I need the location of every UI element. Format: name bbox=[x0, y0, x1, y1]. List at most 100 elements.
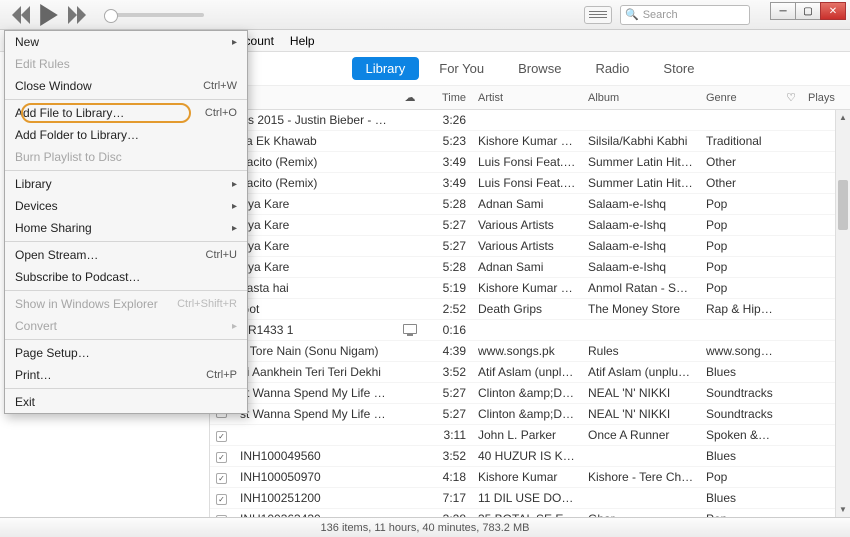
cell-genre: Rap & Hip… bbox=[700, 302, 780, 316]
menu-item-page-setup[interactable]: Page Setup… bbox=[5, 342, 247, 364]
menu-item-home-sharing[interactable]: Home Sharing bbox=[5, 217, 247, 239]
cell-album: NEAL 'N' NIKKI bbox=[582, 386, 700, 400]
table-row[interactable]: pacito (Remix)3:49Luis Fonsi Feat. Da…Su… bbox=[210, 152, 850, 173]
menu-item-add-folder-to-library[interactable]: Add Folder to Library… bbox=[5, 124, 247, 146]
cell-artist: Clinton &amp;Do… bbox=[472, 407, 582, 421]
table-row[interactable]: Got2:52Death GripsThe Money StoreRap & H… bbox=[210, 299, 850, 320]
cell-artist: Various Artists bbox=[472, 239, 582, 253]
maximize-button[interactable]: ▢ bbox=[795, 2, 821, 20]
table-row[interactable]: aasta hai5:19Kishore Kumar & L…Anmol Rat… bbox=[210, 278, 850, 299]
cell-time: 5:27 bbox=[424, 386, 472, 400]
row-checkbox[interactable]: ✓ bbox=[216, 431, 227, 442]
row-checkbox[interactable]: ✓ bbox=[216, 452, 227, 463]
scroll-down-arrow[interactable]: ▼ bbox=[836, 502, 850, 517]
menu-item-new[interactable]: New bbox=[5, 31, 247, 53]
cell-name: INH100049560 bbox=[234, 449, 396, 463]
next-button[interactable] bbox=[68, 6, 86, 24]
table-row[interactable]: ka Ek Khawab5:23Kishore Kumar & L…Silsil… bbox=[210, 131, 850, 152]
table-row[interactable]: ✓INH1000495603:5240 HUZUR IS KADARBlues bbox=[210, 446, 850, 467]
cell-artist: Atif Aslam (unplug… bbox=[472, 365, 582, 379]
column-artist[interactable]: Artist bbox=[472, 92, 582, 104]
cell-time: 3:49 bbox=[424, 155, 472, 169]
row-checkbox[interactable]: ✓ bbox=[216, 494, 227, 505]
cell-time: 5:27 bbox=[424, 239, 472, 253]
vertical-scrollbar[interactable]: ▲ ▼ bbox=[835, 110, 850, 517]
table-row[interactable]: PR1433 10:16 bbox=[210, 320, 850, 341]
cloud-column-icon[interactable]: ☁ bbox=[396, 91, 424, 104]
menu-item-burn-playlist-to-disc: Burn Playlist to Disc bbox=[5, 146, 247, 168]
cell-genre: Blues bbox=[700, 365, 780, 379]
table-row[interactable]: bi Aankhein Teri Teri Dekhi3:52Atif Asla… bbox=[210, 362, 850, 383]
row-checkbox[interactable]: ✓ bbox=[216, 473, 227, 484]
cell-album: Salaam-e-Ishq bbox=[582, 197, 700, 211]
cell-name: ka Ek Khawab bbox=[234, 134, 396, 148]
list-view-button[interactable] bbox=[584, 6, 612, 24]
menu-item-open-stream[interactable]: Open Stream…Ctrl+U bbox=[5, 244, 247, 266]
table-header: ☁ Time Artist Album Genre ♡ Plays bbox=[210, 86, 850, 110]
previous-button[interactable] bbox=[12, 6, 30, 24]
menu-item-print[interactable]: Print…Ctrl+P bbox=[5, 364, 247, 386]
menu-item-subscribe-to-podcast[interactable]: Subscribe to Podcast… bbox=[5, 266, 247, 288]
play-button[interactable] bbox=[38, 4, 60, 26]
cell-artist: Adnan Sami bbox=[472, 260, 582, 274]
cell-artist: 35 BOTAL SE EK BA… bbox=[472, 512, 582, 517]
column-genre[interactable]: Genre bbox=[700, 92, 780, 104]
cell-time: 5:27 bbox=[424, 407, 472, 421]
column-album[interactable]: Album bbox=[582, 92, 700, 104]
table-row[interactable]: ✓3:11John L. ParkerOnce A RunnerSpoken &… bbox=[210, 425, 850, 446]
table-row[interactable]: o Tore Nain (Sonu Nigam)4:39www.songs.pk… bbox=[210, 341, 850, 362]
cell-genre: Pop bbox=[700, 218, 780, 232]
cell-genre: Other bbox=[700, 155, 780, 169]
table-row[interactable]: Kya Kare5:28Adnan SamiSalaam-e-IshqPop bbox=[210, 257, 850, 278]
cell-genre: Other bbox=[700, 176, 780, 190]
table-row[interactable]: Kya Kare5:27Various ArtistsSalaam-e-Ishq… bbox=[210, 215, 850, 236]
cell-name: Kya Kare bbox=[234, 197, 396, 211]
cell-album: Salaam-e-Ishq bbox=[582, 260, 700, 274]
menu-help[interactable]: Help bbox=[282, 32, 323, 50]
menu-item-library[interactable]: Library bbox=[5, 173, 247, 195]
tab-radio[interactable]: Radio bbox=[581, 57, 643, 80]
column-heart-icon[interactable]: ♡ bbox=[780, 91, 802, 104]
cell-genre: Traditional bbox=[700, 134, 780, 148]
table-row[interactable]: st Wanna Spend My Life With…5:27Clinton … bbox=[210, 383, 850, 404]
cell-name: Kya Kare bbox=[234, 239, 396, 253]
row-checkbox[interactable]: ✓ bbox=[216, 515, 227, 517]
scroll-up-arrow[interactable]: ▲ bbox=[836, 110, 850, 125]
table-row[interactable]: ✓INH1000509704:18Kishore KumarKishore - … bbox=[210, 467, 850, 488]
table-row[interactable]: Kya Kare5:27Various ArtistsSalaam-e-Ishq… bbox=[210, 236, 850, 257]
tab-store[interactable]: Store bbox=[649, 57, 708, 80]
tab-library[interactable]: Library bbox=[352, 57, 420, 80]
table-row[interactable]: ✓INH1003634303:2835 BOTAL SE EK BA…GharP… bbox=[210, 509, 850, 517]
table-row[interactable]: ✓INH1002512007:1711 DIL USE DO JO J…Blue… bbox=[210, 488, 850, 509]
minimize-button[interactable]: ─ bbox=[770, 2, 796, 20]
cell-cloud bbox=[396, 323, 424, 337]
cell-artist: Various Artists bbox=[472, 218, 582, 232]
table-row[interactable]: st Wanna Spend My Life With…5:27Clinton … bbox=[210, 404, 850, 425]
cell-name: As 2015 - Justin Bieber - _Sor… bbox=[234, 113, 396, 127]
scroll-thumb[interactable] bbox=[838, 180, 848, 230]
cell-album: Atif Aslam (unplug… bbox=[582, 365, 700, 379]
cell-genre: Pop bbox=[700, 512, 780, 517]
tab-browse[interactable]: Browse bbox=[504, 57, 575, 80]
table-row[interactable]: pacito (Remix)3:49Luis Fonsi Feat. Da…Su… bbox=[210, 173, 850, 194]
cell-album: Summer Latin Hits… bbox=[582, 176, 700, 190]
cell-time: 3:11 bbox=[424, 428, 472, 442]
menu-item-close-window[interactable]: Close WindowCtrl+W bbox=[5, 75, 247, 97]
volume-slider[interactable] bbox=[104, 13, 204, 17]
cell-genre: Soundtracks bbox=[700, 407, 780, 421]
search-input[interactable]: 🔍 Search bbox=[620, 5, 750, 25]
menu-item-exit[interactable]: Exit bbox=[5, 391, 247, 413]
close-button[interactable]: ✕ bbox=[820, 2, 846, 20]
cell-name: Got bbox=[234, 302, 396, 316]
cell-name: st Wanna Spend My Life With… bbox=[234, 386, 396, 400]
table-row[interactable]: As 2015 - Justin Bieber - _Sor…3:26 bbox=[210, 110, 850, 131]
menu-item-devices[interactable]: Devices bbox=[5, 195, 247, 217]
table-row[interactable]: Kya Kare5:28Adnan SamiSalaam-e-IshqPop bbox=[210, 194, 850, 215]
column-time[interactable]: Time bbox=[424, 92, 472, 104]
cell-genre: Pop bbox=[700, 260, 780, 274]
column-plays[interactable]: Plays bbox=[802, 92, 850, 104]
cell-name: aasta hai bbox=[234, 281, 396, 295]
menu-item-add-file-to-library[interactable]: Add File to Library…Ctrl+O bbox=[5, 102, 247, 124]
tab-for-you[interactable]: For You bbox=[425, 57, 498, 80]
cell-genre: Soundtracks bbox=[700, 386, 780, 400]
